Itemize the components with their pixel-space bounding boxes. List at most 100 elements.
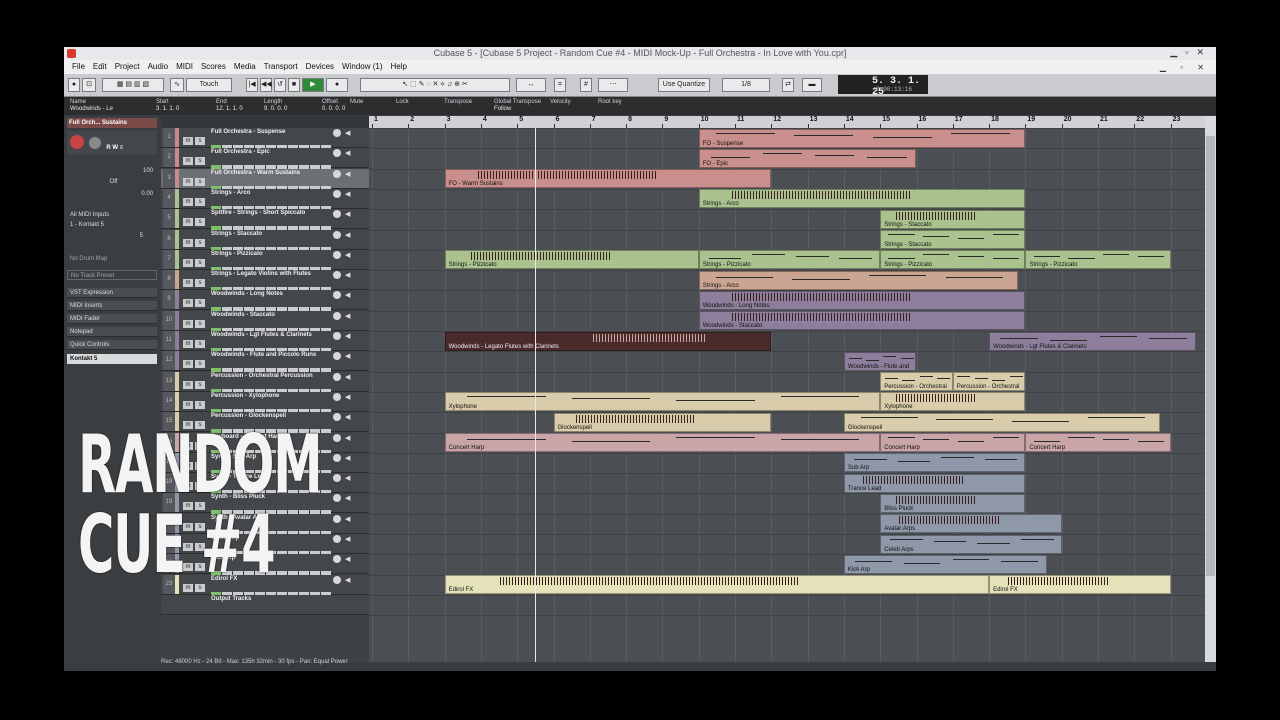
mute-solo-buttons[interactable]: ms bbox=[183, 352, 207, 369]
record-enable-icon[interactable] bbox=[333, 230, 341, 239]
record-enable-icon[interactable] bbox=[333, 250, 341, 259]
track-name[interactable]: Full Orchestra - Warm Sustains bbox=[211, 170, 300, 176]
midi-part[interactable]: Strings - Arco bbox=[698, 189, 1026, 209]
midi-part[interactable]: FO - Suspense bbox=[698, 128, 1026, 148]
midi-part[interactable]: Sub Arp bbox=[843, 453, 1026, 473]
track-row[interactable]: 11 m s Woodwinds - Lgt Flutes & Clarinets ◀ bbox=[161, 331, 369, 354]
track-row[interactable]: 6 m s Strings - Staccato ◀ bbox=[161, 229, 369, 253]
mute-button[interactable]: m bbox=[183, 137, 193, 145]
track-name[interactable]: Strings - Legato Violins with Flutes bbox=[211, 271, 311, 277]
track-control-buttons[interactable] bbox=[211, 382, 341, 395]
track-row[interactable]: 4 m s Strings - Arco ◀ bbox=[161, 188, 369, 212]
track-control-buttons[interactable] bbox=[211, 240, 341, 253]
inspector-toggles[interactable]: ▦ ▤ ▥ ▧ bbox=[102, 78, 164, 92]
midi-input-select[interactable]: All MIDI Inputs bbox=[67, 210, 157, 220]
midi-part[interactable]: FO - Epic bbox=[698, 148, 917, 168]
nudge-icon[interactable]: ⇄ bbox=[782, 78, 794, 92]
track-control-buttons[interactable] bbox=[211, 321, 341, 334]
mute-button[interactable]: m bbox=[183, 400, 193, 409]
inspector-section-quick-controls[interactable]: Quick Controls bbox=[67, 340, 157, 350]
record-enable-icon[interactable] bbox=[333, 535, 341, 543]
menu-item-audio[interactable]: Audio bbox=[148, 62, 168, 71]
mute-solo-buttons[interactable]: ms bbox=[183, 271, 207, 288]
inspector-track-name[interactable]: Full Orch... Sustains bbox=[67, 118, 157, 128]
menu-item-devices[interactable]: Devices bbox=[306, 62, 334, 71]
info-value-offset[interactable]: 0. 0. 0. 0 bbox=[322, 106, 345, 112]
mute-solo-buttons[interactable]: ms bbox=[183, 312, 207, 328]
midi-part[interactable]: Strings - Pizzicato bbox=[698, 250, 881, 270]
rewind-icon[interactable]: ◀◀ bbox=[260, 78, 272, 92]
menu-item-window-1-[interactable]: Window (1) bbox=[342, 62, 382, 71]
track-row[interactable]: 1 m s Full Orchestra - Suspense ◀ bbox=[161, 128, 369, 151]
track-name[interactable]: Woodwinds - Long Notes bbox=[211, 291, 283, 297]
midi-part[interactable]: Celeb Arps bbox=[880, 534, 1062, 554]
track-row[interactable]: 14 m s Percussion - Xylophone ◀ bbox=[161, 391, 369, 415]
track-preset-select[interactable]: No Track Preset bbox=[67, 270, 157, 280]
drum-map-select[interactable]: No Drum Map bbox=[67, 254, 157, 264]
inspector-section-midi-inserts[interactable]: MIDI Inserts bbox=[67, 301, 157, 311]
project-cursor[interactable] bbox=[535, 128, 537, 662]
midi-part[interactable]: Woodwinds - Lgt Flutes & Clarinets bbox=[989, 331, 1196, 351]
inspector-section-notepad[interactable]: Notepad bbox=[67, 327, 157, 337]
track-name[interactable]: Strings - Staccato bbox=[211, 231, 262, 237]
solo-button[interactable]: s bbox=[195, 157, 205, 166]
mute-solo-buttons[interactable]: ms bbox=[183, 149, 207, 166]
midi-part[interactable]: Kick Arp bbox=[843, 554, 1048, 574]
track-control-buttons[interactable] bbox=[211, 260, 341, 273]
track-toggle-icons[interactable]: R W ≡ bbox=[106, 145, 123, 151]
mute-solo-buttons[interactable]: ms bbox=[183, 332, 207, 348]
track-row[interactable]: 10 m s Woodwinds - Staccato ◀ bbox=[161, 310, 369, 334]
midi-part[interactable]: Percussion - Orchestral bbox=[952, 372, 1026, 392]
solo-button[interactable]: s bbox=[195, 380, 205, 389]
monitor-speaker-icon[interactable]: ◀ bbox=[345, 352, 350, 360]
record-enable-icon[interactable] bbox=[333, 311, 341, 320]
play-button[interactable]: ▶ bbox=[302, 78, 324, 92]
record-enable-icon[interactable] bbox=[333, 555, 341, 564]
monitor-speaker-icon[interactable]: ◀ bbox=[345, 535, 350, 543]
menu-item-midi[interactable]: MIDI bbox=[176, 62, 193, 71]
mute-button[interactable]: m bbox=[183, 380, 193, 389]
midi-part[interactable]: Strings - Arco bbox=[698, 270, 1019, 290]
mute-button[interactable]: m bbox=[183, 197, 193, 206]
mute-button[interactable]: m bbox=[183, 238, 193, 247]
record-enable-icon[interactable] bbox=[333, 271, 341, 280]
track-name[interactable]: Woodwinds - Flute and Piccolo Runs bbox=[211, 352, 316, 358]
midi-part[interactable]: Percussion - Orchestral bbox=[880, 372, 953, 392]
mute-button[interactable]: m bbox=[183, 218, 193, 227]
info-value-end[interactable]: 12. 1. 1. 0 bbox=[216, 106, 243, 112]
solo-button[interactable]: s bbox=[195, 258, 205, 267]
instrument-slot[interactable]: Kontakt 5 bbox=[67, 354, 157, 364]
monitor-icon[interactable] bbox=[88, 137, 101, 149]
track-name[interactable]: Woodwinds - Lgt Flutes & Clarinets bbox=[211, 332, 312, 338]
record-enable-icon[interactable] bbox=[333, 494, 341, 503]
monitor-speaker-icon[interactable]: ◀ bbox=[345, 454, 350, 462]
snap-toggle[interactable]: ↔ bbox=[516, 78, 546, 92]
track-control-buttons[interactable] bbox=[211, 300, 341, 314]
midi-part[interactable]: Strings - Staccato bbox=[880, 209, 1026, 229]
snap-icon[interactable]: ⌗ bbox=[554, 78, 566, 92]
midi-part[interactable]: Strings - Staccato bbox=[880, 230, 1026, 249]
info-value-length[interactable]: 9. 0. 0. 0 bbox=[264, 106, 287, 112]
midi-part[interactable]: Woodwinds - Flute and bbox=[843, 351, 917, 371]
mute-button[interactable]: m bbox=[183, 360, 193, 369]
tool-buttons[interactable]: ↖ ⬚ ✎ ◌ ✕ ⟡ ♫ ⊕ ✂ bbox=[360, 78, 510, 92]
track-name[interactable]: Spitfire - Strings - Short Spiccato bbox=[211, 210, 305, 216]
solo-button[interactable]: s bbox=[195, 218, 205, 227]
menu-item-project[interactable]: Project bbox=[115, 62, 140, 71]
solo-button[interactable]: s bbox=[195, 360, 205, 369]
record-enable-icon[interactable] bbox=[333, 169, 341, 178]
monitor-speaker-icon[interactable]: ◀ bbox=[345, 312, 350, 320]
menu-item-file[interactable]: File bbox=[72, 62, 85, 71]
grid-icon[interactable]: # bbox=[580, 78, 592, 92]
pan-value[interactable]: 0.00 bbox=[67, 189, 157, 199]
solo-button[interactable]: s bbox=[195, 319, 205, 328]
mute-button[interactable]: m bbox=[183, 258, 193, 267]
monitor-speaker-icon[interactable]: ◀ bbox=[345, 129, 350, 137]
midi-part[interactable]: Bliss Pluck bbox=[880, 493, 1026, 513]
record-enable-icon[interactable] bbox=[333, 352, 341, 361]
solo-button[interactable]: s bbox=[195, 400, 205, 409]
record-enable-icon[interactable] bbox=[333, 453, 341, 462]
track-control-buttons[interactable] bbox=[211, 138, 341, 151]
record-enable-icon[interactable] bbox=[333, 210, 341, 219]
quantize-select[interactable]: Use Quantize bbox=[658, 78, 710, 92]
